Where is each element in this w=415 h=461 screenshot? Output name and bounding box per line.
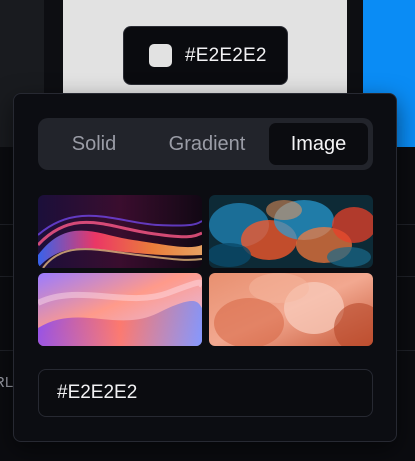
smoke-image [209,195,373,268]
background-label-text: RL [0,374,14,391]
pastel-waves-image [38,273,202,346]
color-swatch [149,44,172,67]
fill-type-tabs: Solid Gradient Image [38,118,373,170]
color-picker-trigger[interactable]: #E2E2E2 [123,26,288,85]
hex-color-input[interactable] [38,369,373,417]
image-grid [38,195,373,346]
image-option-pastel-waves[interactable] [38,273,202,346]
background-divider [0,224,14,225]
color-value-label: #E2E2E2 [185,44,267,66]
image-option-neon-waves[interactable] [38,195,202,268]
background-label: RL [0,374,14,391]
background-divider [397,224,415,225]
background-divider [397,276,415,277]
background-divider [397,350,415,351]
image-option-smoke[interactable] [209,195,373,268]
tab-image[interactable]: Image [269,123,368,165]
peach-shapes-image [209,273,373,346]
image-option-peach-shapes[interactable] [209,273,373,346]
neon-waves-image [38,195,202,268]
tab-gradient[interactable]: Gradient [145,123,269,165]
color-picker-popover: Solid Gradient Image [13,93,397,442]
tab-solid[interactable]: Solid [43,123,145,165]
background-divider [0,350,14,351]
background-divider [0,276,14,277]
